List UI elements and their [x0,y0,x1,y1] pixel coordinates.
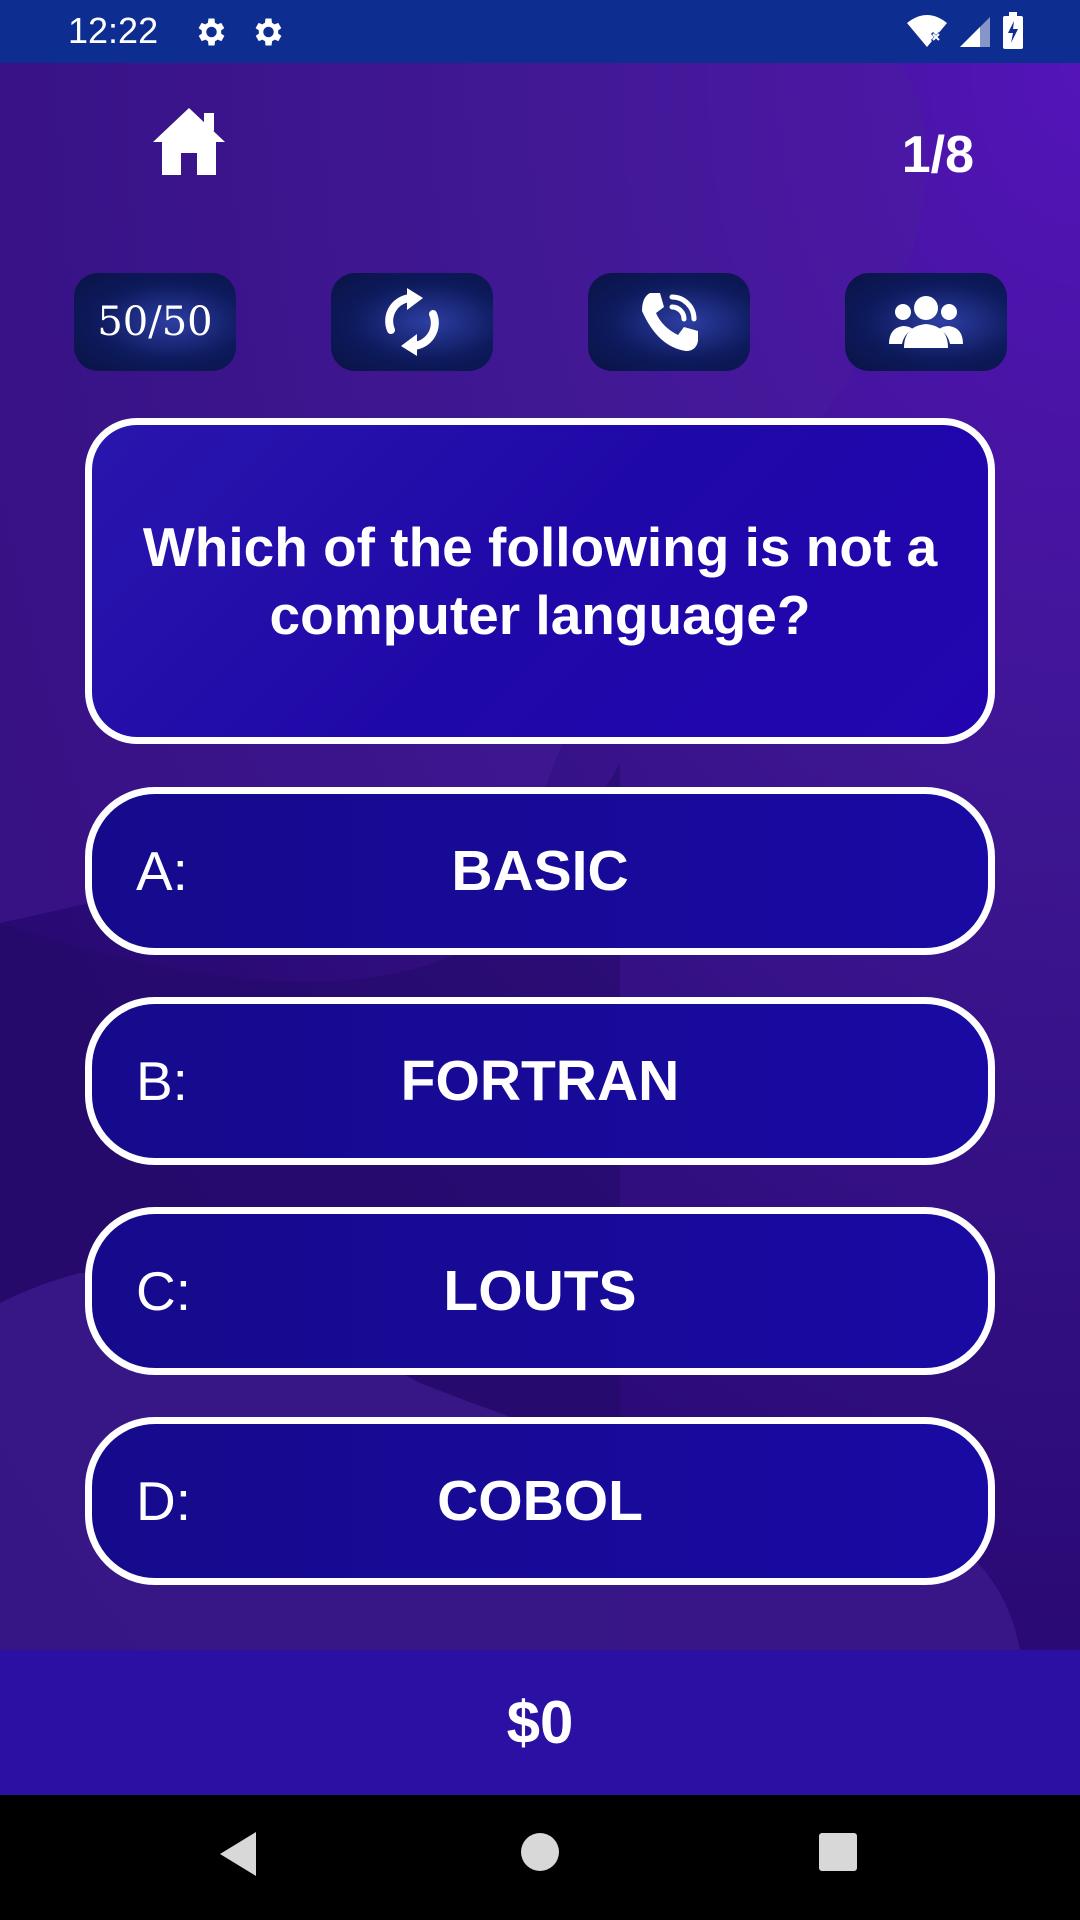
navigation-bar [0,1795,1080,1920]
home-nav-icon[interactable] [519,1830,561,1878]
signal-icon [960,17,990,47]
answer-option-a[interactable]: A: BASIC [85,787,995,955]
status-time: 12:22 [68,10,159,51]
back-icon[interactable] [216,1830,260,1878]
fifty-fifty-label: 50/50 [97,299,213,345]
answer-text: BASIC [451,839,629,903]
gear-icon [198,18,225,46]
home-icon[interactable] [150,105,228,177]
answer-text: LOUTS [443,1259,637,1323]
ask-audience-icon [889,296,963,348]
swap-question-button[interactable] [331,273,493,371]
question-card: Which of the following is not a computer… [85,418,995,744]
prize-amount: $0 [506,1689,574,1756]
prize-bar: $0 [0,1650,1080,1795]
answer-text: COBOL [437,1469,643,1533]
fifty-fifty-button[interactable]: 50/50 [74,273,236,371]
question-text: Which of the following is not a computer… [142,516,938,646]
answer-text: FORTRAN [400,1049,680,1113]
answer-option-d[interactable]: D: COBOL [85,1417,995,1585]
recents-icon[interactable] [817,1830,859,1878]
status-bar: 12:22 [0,0,1080,63]
answer-option-b[interactable]: B: FORTRAN [85,997,995,1165]
question-progress: 1/8 [901,126,974,184]
ask-audience-button[interactable] [845,273,1007,371]
answer-option-c[interactable]: C: LOUTS [85,1207,995,1375]
swap-question-icon [385,288,439,356]
phone-friend-icon [642,293,698,351]
wifi-icon [907,15,947,47]
gear-icon [255,18,282,46]
phone-friend-button[interactable] [588,273,750,371]
battery-charging-icon [1003,12,1023,49]
